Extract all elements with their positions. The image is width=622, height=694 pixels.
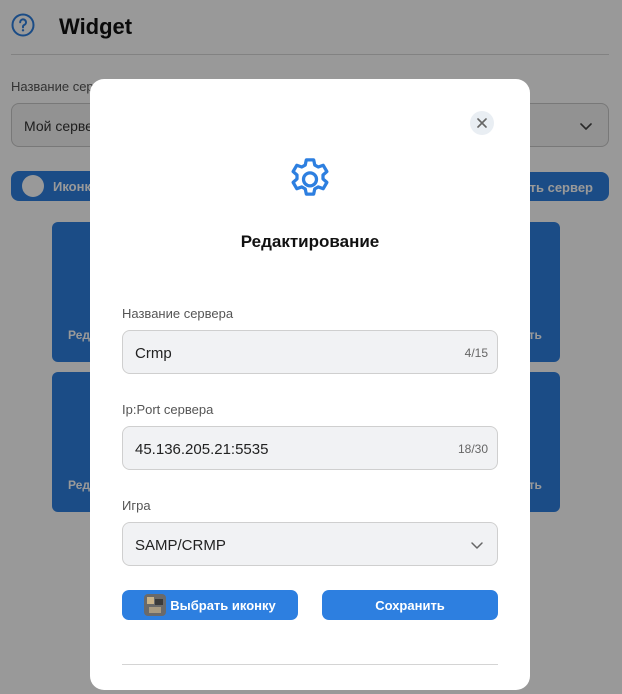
close-button[interactable]: [470, 111, 494, 135]
ip-port-label: Ip:Port сервера: [122, 402, 214, 417]
choose-icon-button[interactable]: Выбрать иконку: [122, 590, 298, 620]
server-name-counter: 4/15: [464, 346, 488, 360]
save-button[interactable]: Сохранить: [322, 590, 498, 620]
ip-port-counter: 18/30: [457, 442, 488, 456]
ip-port-input[interactable]: 45.136.205.21:5535 18/30: [122, 426, 498, 470]
server-name-value: Crmp: [135, 345, 172, 362]
choose-icon-label: Выбрать иконку: [170, 597, 276, 613]
chevron-down-icon: [471, 542, 483, 549]
ip-port-value: 45.136.205.21:5535: [135, 441, 269, 458]
edit-server-modal: Редактирование Название сервера Crmp 4/1…: [90, 79, 530, 690]
game-select[interactable]: SAMP/CRMP: [122, 522, 498, 566]
game-select-value: SAMP/CRMP: [135, 537, 226, 554]
close-icon: [477, 118, 487, 128]
game-label: Игра: [122, 498, 151, 513]
save-label: Сохранить: [375, 597, 445, 613]
modal-divider: [122, 664, 498, 665]
gear-icon: [291, 158, 329, 196]
server-icon-thumbnail: [144, 594, 167, 616]
server-name-input[interactable]: Crmp 4/15: [122, 330, 498, 374]
server-name-label: Название сервера: [122, 306, 234, 321]
modal-title: Редактирование: [240, 232, 380, 251]
